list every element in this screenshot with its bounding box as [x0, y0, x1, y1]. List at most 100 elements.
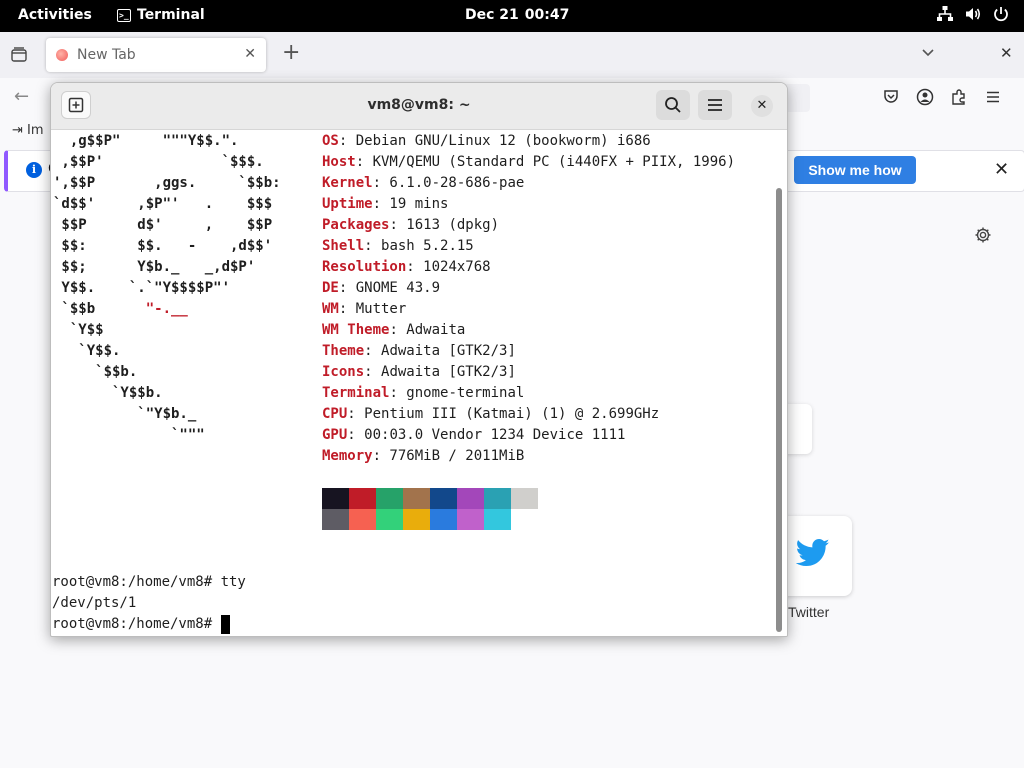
hamburger-menu-icon — [708, 99, 722, 111]
volume-icon — [966, 8, 981, 20]
logo-line: ',$$P ,ggs. `$$b: — [53, 173, 281, 194]
logo-line: `Y$$. — [53, 341, 120, 362]
palette-row-normal — [322, 488, 538, 509]
logo-line: `d$$' ,$P"' . $$$ — [53, 194, 272, 215]
palette-swatch — [349, 488, 376, 509]
logo-line: `Y$$ — [53, 320, 104, 341]
terminal-headerbar[interactable]: vm8@vm8: ~ ✕ — [51, 83, 787, 130]
palette-swatch — [484, 488, 511, 509]
gnome-top-bar: Activities >_ Terminal Dec 21 00:47 — [0, 0, 1024, 32]
account-icon[interactable] — [916, 88, 934, 106]
info-key: OS — [322, 133, 339, 149]
info-key: Resolution — [322, 259, 407, 275]
color-palette — [322, 488, 538, 530]
info-value: : 1024x768 — [406, 259, 491, 275]
info-key: GPU — [322, 427, 348, 443]
import-icon: ⇥ — [12, 123, 23, 138]
info-key: Shell — [322, 238, 365, 254]
logo-text: $$P d$' , $$P — [53, 217, 273, 233]
shell-line: root@vm8:/home/vm8# — [52, 616, 221, 632]
window-close-icon[interactable]: ✕ — [1000, 44, 1013, 62]
logo-text: ',$$P ,ggs. `$$b: — [53, 175, 281, 191]
logo-line: ,g$$P" """Y$$.". — [53, 131, 239, 152]
tab-title: New Tab — [77, 47, 136, 63]
pocket-icon[interactable] — [882, 88, 900, 106]
info-key: WM Theme — [322, 322, 390, 338]
info-value: : Adwaita [GTK2/3] — [364, 364, 516, 380]
info-value: : Pentium III (Katmai) (1) @ 2.699GHz — [347, 406, 660, 422]
logo-text: $$; Y$b._ _,d$P' — [53, 259, 256, 275]
activities-button[interactable]: Activities — [18, 7, 92, 23]
logo-line: `""" — [53, 425, 205, 446]
info-key: DE — [322, 280, 339, 296]
logo-text: ,$$P' `$$$. — [53, 154, 264, 170]
scrollbar-thumb[interactable] — [776, 188, 782, 632]
import-bookmarks-button[interactable]: ⇥ Im — [12, 123, 44, 138]
info-value: : 00:03.0 Vendor 1234 Device 1111 — [347, 427, 626, 443]
hamburger-menu-icon[interactable] — [984, 88, 1002, 106]
info-value: : 19 mins — [372, 196, 449, 212]
palette-swatch — [457, 509, 484, 530]
toolbar-icons — [882, 88, 1002, 106]
logo-line: `Y$$b. — [53, 383, 163, 404]
system-status-menu[interactable] — [936, 5, 1010, 23]
info-line: Packages: 1613 (dpkg) — [322, 215, 499, 236]
info-key: Icons — [322, 364, 365, 380]
info-line: DE: GNOME 43.9 — [322, 278, 440, 299]
clock-date: Dec 21 — [465, 7, 519, 23]
info-line: Theme: Adwaita [GTK2/3] — [322, 341, 516, 362]
logo-text: `Y$$b. — [53, 385, 163, 401]
logo-line: Y$$. `.`"Y$$$$P"' — [53, 278, 230, 299]
info-key: Kernel — [322, 175, 373, 191]
info-line: WM: Mutter — [322, 299, 406, 320]
info-value: : KVM/QEMU (Standard PC (i440FX + PIIX, … — [355, 154, 736, 170]
terminal-menu-button[interactable] — [698, 90, 732, 120]
palette-swatch — [457, 488, 484, 509]
terminal-window[interactable]: vm8@vm8: ~ ✕ ,g$$P" """Y$$.". ,$$P' `$$$… — [50, 82, 788, 637]
palette-swatch — [430, 509, 457, 530]
tab-close-icon[interactable]: ✕ — [244, 46, 256, 62]
logo-text: ,g$$P" """Y$$.". — [53, 133, 239, 149]
info-key: Memory — [322, 448, 373, 464]
terminal-cursor — [220, 615, 230, 634]
palette-swatch — [430, 488, 457, 509]
shell-line: root@vm8:/home/vm8# tty — [52, 574, 246, 590]
palette-swatch — [322, 488, 349, 509]
info-line: Host: KVM/QEMU (Standard PC (i440FX + PI… — [322, 152, 735, 173]
terminal-icon: >_ — [117, 8, 131, 22]
terminal-output[interactable]: ,g$$P" """Y$$.". ,$$P' `$$$. ',$$P ,ggs. … — [51, 130, 773, 636]
extensions-icon[interactable] — [950, 88, 968, 106]
logo-text-red: "-.__ — [145, 301, 188, 317]
terminal-close-button[interactable]: ✕ — [751, 95, 773, 117]
clock-button[interactable]: Dec 21 00:47 — [465, 7, 569, 23]
shortcut-label-twitter[interactable]: Twitter — [788, 604, 829, 620]
info-key: CPU — [322, 406, 348, 422]
info-value: : 1613 (dpkg) — [389, 217, 500, 233]
info-line: Terminal: gnome-terminal — [322, 383, 524, 404]
app-menu-button[interactable]: >_ Terminal — [117, 7, 205, 23]
tab-overview-icon[interactable] — [10, 46, 28, 64]
terminal-search-button[interactable] — [656, 90, 690, 120]
twitter-bird-icon — [796, 538, 830, 567]
info-line: Shell: bash 5.2.15 — [322, 236, 474, 257]
logo-line: ,$$P' `$$$. — [53, 152, 264, 173]
logo-text: Y$$. `.`"Y$$$$P"' — [53, 280, 231, 296]
info-line: Memory: 776MiB / 2011MiB — [322, 446, 524, 467]
terminal-scrollbar[interactable] — [773, 130, 787, 636]
gear-icon[interactable] — [974, 226, 992, 244]
info-key: Theme — [322, 343, 365, 359]
new-tab-button[interactable]: + — [282, 42, 300, 64]
info-line: CPU: Pentium III (Katmai) (1) @ 2.699GHz — [322, 404, 659, 425]
show-me-how-button[interactable]: Show me how — [794, 156, 916, 184]
logo-line: $$; Y$b._ _,d$P' — [53, 257, 255, 278]
info-value: : GNOME 43.9 — [338, 280, 441, 296]
tab-bar: New Tab ✕ + ✕ — [0, 32, 1024, 78]
chevron-down-icon[interactable] — [920, 44, 936, 60]
info-key: WM — [322, 301, 339, 317]
logo-line: `$$b "-.__ — [53, 299, 188, 320]
palette-swatch — [376, 509, 403, 530]
firefox-favicon-icon — [56, 49, 68, 61]
notification-close-icon[interactable]: ✕ — [994, 159, 1009, 180]
tab-new-tab[interactable]: New Tab ✕ — [46, 38, 266, 72]
back-arrow-icon[interactable]: ← — [14, 86, 29, 107]
